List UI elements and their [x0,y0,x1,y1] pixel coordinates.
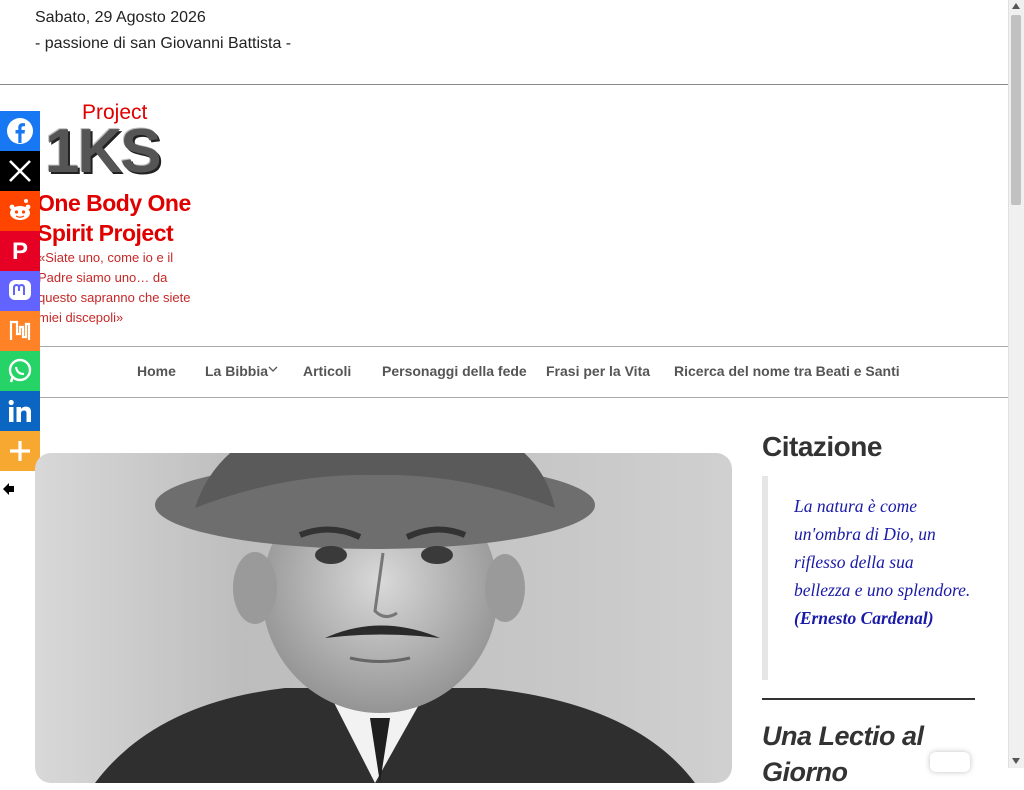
more-share-button[interactable] [0,431,40,471]
feast-of-day: - passione di san Giovanni Battista - [35,35,292,52]
linkedin-icon [8,399,31,422]
pinterest-share-button[interactable]: P [0,231,40,271]
facebook-share-button[interactable] [0,111,40,151]
site-logo[interactable]: Project 1KS [40,101,175,188]
scroll-down-icon[interactable] [1012,758,1020,764]
page-scrollbar[interactable] [1008,0,1024,768]
mix-share-button[interactable] [0,311,40,351]
logo-mark: 1KS [45,117,162,186]
mix-icon [9,320,31,340]
quote-text: La natura è come un'ombra di Dio, un rif… [794,496,971,600]
hide-share-bar-icon[interactable] [3,483,15,495]
linkedin-share-button[interactable] [0,391,40,431]
reddit-icon [9,199,31,220]
featured-image[interactable] [35,453,732,783]
svg-text:P: P [12,238,28,265]
site-tagline: «Siate uno, come io e il Padre siamo uno… [38,250,191,325]
main-navigation: Home La Bibbia Articoli Personaggi della… [37,346,1009,398]
nav-item-la-bibbia[interactable]: La Bibbia [205,363,268,379]
social-share-bar: P [0,111,40,471]
nav-item-home[interactable]: Home [137,363,176,379]
current-date: Sabato, 29 Agosto 2026 [35,9,206,26]
whatsapp-share-button[interactable] [0,351,40,391]
plus-icon [10,441,30,461]
nav-item-frasi[interactable]: Frasi per la Vita [546,363,650,379]
nav-item-articoli[interactable]: Articoli [303,363,351,379]
quote-author: (Ernesto Cardenal) [794,608,934,628]
mastodon-icon [9,280,31,300]
pinterest-icon: P [12,238,28,265]
x-share-button[interactable] [0,151,40,191]
scrollbar-thumb[interactable] [1011,15,1021,205]
facebook-icon [7,118,33,144]
date-header: Sabato, 29 Agosto 2026 - passione di san… [0,0,1009,85]
quote-body: La natura è come un'ombra di Dio, un rif… [794,492,974,632]
site-title[interactable]: One Body One Spirit Project [37,188,207,248]
sidebar-divider [762,698,975,700]
floating-widget[interactable] [930,752,970,772]
chevron-down-icon[interactable] [268,364,278,374]
reddit-share-button[interactable] [0,191,40,231]
whatsapp-icon [8,358,32,383]
nav-item-ricerca-nome[interactable]: Ricerca del nome tra Beati e Santi [674,363,900,379]
quote-block: La natura è come un'ombra di Dio, un rif… [762,476,981,680]
x-icon [9,160,31,182]
scroll-up-icon[interactable] [1012,3,1020,9]
nav-item-personaggi[interactable]: Personaggi della fede [382,363,527,379]
quote-widget-title: Citazione [762,431,882,462]
portrait-photo [95,453,695,783]
mastodon-share-button[interactable] [0,271,40,311]
